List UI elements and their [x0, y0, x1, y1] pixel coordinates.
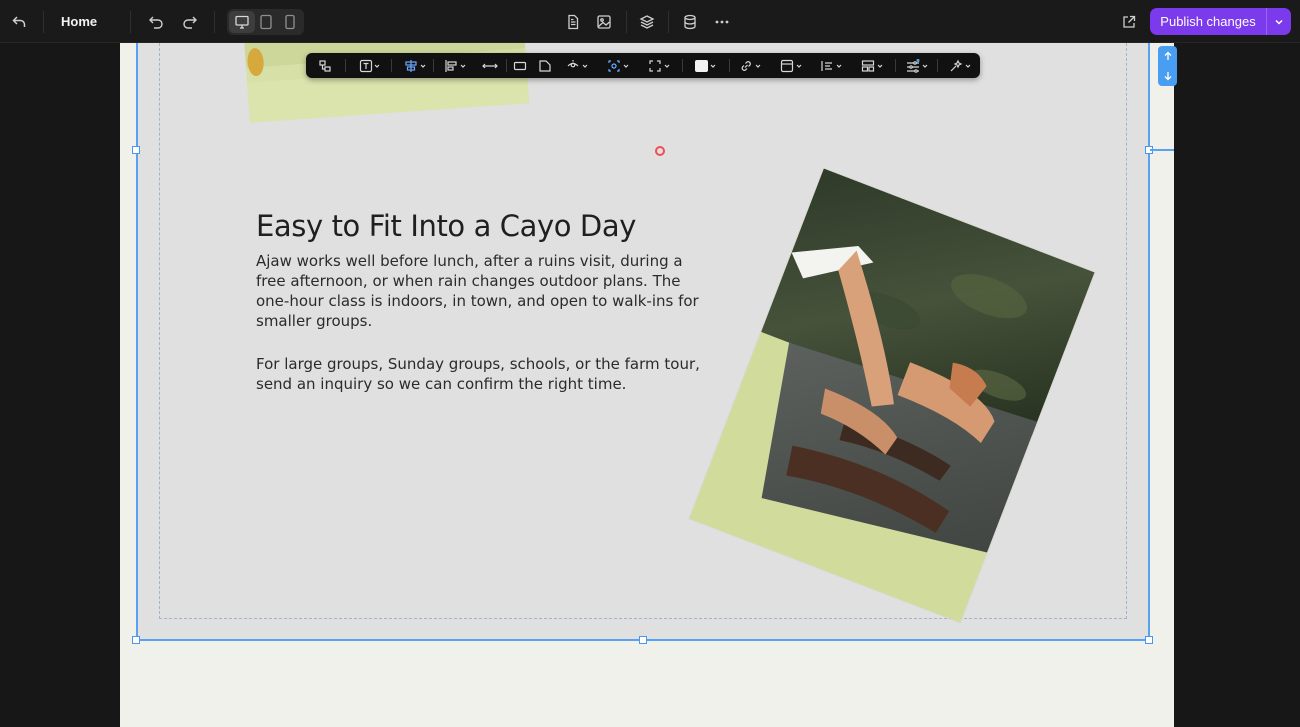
selection-frame	[136, 43, 1150, 641]
more-icon	[715, 20, 729, 24]
resize-handle-top-left[interactable]	[132, 146, 140, 154]
device-switcher	[227, 9, 304, 35]
back-arrow-icon	[12, 16, 26, 27]
database-icon	[684, 14, 696, 30]
external-link-icon	[1123, 15, 1136, 28]
align-left-icon	[445, 59, 466, 72]
redo-button[interactable]	[180, 11, 200, 33]
pages-button[interactable]	[563, 11, 583, 33]
align-left-button[interactable]	[444, 53, 468, 78]
back-button[interactable]	[8, 11, 30, 33]
preview-button[interactable]	[1119, 11, 1139, 33]
layout-icon	[861, 59, 883, 72]
chevron-down-icon	[1275, 19, 1283, 25]
undo-button[interactable]	[146, 11, 166, 33]
move-section-up-button[interactable]	[1158, 46, 1177, 66]
resize-handle-bottom-right[interactable]	[1145, 636, 1153, 644]
publish-label[interactable]: Publish changes	[1150, 8, 1266, 35]
resize-handle-bottom-left[interactable]	[132, 636, 140, 644]
focus-button[interactable]	[607, 53, 631, 78]
move-section-down-button[interactable]	[1158, 66, 1177, 86]
publish-button[interactable]: Publish changes	[1150, 8, 1291, 35]
rectangle-button[interactable]	[513, 53, 527, 78]
redo-icon	[183, 16, 197, 29]
arrow-down-icon	[1164, 72, 1171, 81]
fill-color-icon	[695, 59, 716, 72]
layout-button[interactable]	[861, 53, 885, 78]
tablet-view-button[interactable]	[254, 11, 278, 33]
frame-icon	[780, 59, 802, 72]
width-icon	[482, 63, 498, 68]
desktop-icon	[235, 15, 249, 29]
align-center-icon	[405, 59, 426, 72]
mobile-icon	[285, 14, 295, 30]
effects-button[interactable]	[949, 53, 973, 78]
publish-options-button[interactable]	[1266, 8, 1291, 35]
resize-handle-bottom-center[interactable]	[639, 636, 647, 644]
width-button[interactable]	[482, 53, 498, 78]
element-toolbar	[306, 53, 980, 78]
settings-sliders-icon	[907, 58, 928, 73]
component-icon	[319, 59, 331, 72]
list-icon	[821, 60, 842, 71]
editor-topbar: Home Publish changes	[0, 0, 1300, 43]
visibility-button[interactable]	[566, 53, 590, 78]
focus-icon	[608, 59, 629, 72]
visibility-icon	[567, 59, 588, 68]
corner-icon	[539, 59, 551, 72]
section-move-controls	[1158, 46, 1177, 86]
more-button[interactable]	[712, 11, 732, 33]
assets-button[interactable]	[594, 11, 614, 33]
effects-icon	[950, 59, 971, 71]
fullscreen-button[interactable]	[648, 53, 672, 78]
editor-canvas[interactable]: Easy to Fit Into a Cayo Day Ajaw works w…	[120, 43, 1174, 727]
page-name[interactable]: Home	[61, 14, 97, 29]
layers-button[interactable]	[637, 11, 657, 33]
tablet-icon	[260, 14, 272, 30]
corner-radius-button[interactable]	[538, 53, 552, 78]
rectangle-icon	[513, 61, 527, 70]
arrow-up-icon	[1164, 51, 1171, 60]
undo-icon	[149, 16, 163, 29]
fill-color-button[interactable]	[694, 53, 718, 78]
selection-guide-line	[1150, 149, 1174, 151]
component-button[interactable]	[318, 53, 332, 78]
text-style-button[interactable]	[359, 53, 381, 78]
cms-button[interactable]	[680, 11, 700, 33]
page-icon	[568, 14, 579, 30]
list-button[interactable]	[820, 53, 844, 78]
layers-icon	[639, 15, 655, 29]
fullscreen-icon	[649, 59, 670, 72]
settings-button[interactable]	[906, 53, 930, 78]
link-button[interactable]	[739, 53, 763, 78]
mobile-view-button[interactable]	[278, 11, 302, 33]
desktop-view-button[interactable]	[230, 11, 254, 33]
frame-button[interactable]	[780, 53, 804, 78]
link-icon	[741, 60, 761, 71]
text-style-icon	[359, 59, 380, 72]
image-icon	[597, 15, 611, 29]
align-center-button[interactable]	[404, 53, 428, 78]
